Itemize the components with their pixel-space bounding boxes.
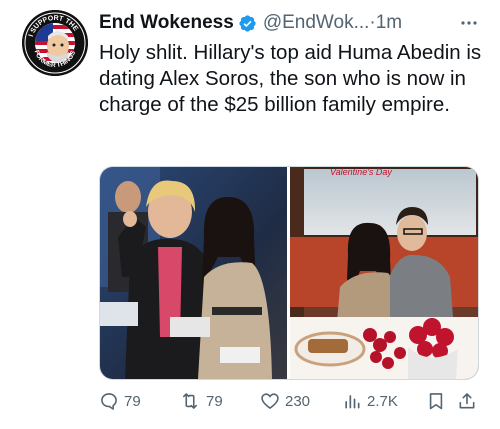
timestamp[interactable]: 1m [376, 12, 402, 34]
repost-button[interactable]: 79 [179, 388, 223, 414]
two-women-at-event-photo[interactable] [100, 167, 287, 379]
reply-count: 79 [124, 392, 141, 410]
avatar[interactable]: I SUPPORT THE FORMER THINGS [22, 10, 88, 76]
tweet[interactable]: I SUPPORT THE FORMER THINGS End Wokeness… [0, 0, 500, 429]
verified-badge-icon[interactable] [238, 14, 257, 33]
like-button[interactable]: 230 [260, 388, 310, 414]
more-options-icon[interactable] [459, 13, 479, 33]
couple-with-roses-photo[interactable]: Valentine's Day [290, 167, 478, 379]
tweet-text: Holy shlit. Hillary's top aid Huma Abedi… [99, 41, 482, 116]
like-count: 230 [285, 392, 311, 410]
views-button[interactable]: 2.7K [342, 388, 398, 414]
repost-icon [182, 393, 198, 409]
action-bar: 79 79 230 2.7K [99, 388, 484, 414]
window-sign: Valentine's Day [330, 167, 392, 177]
share-button[interactable] [457, 388, 477, 414]
heart-icon [261, 393, 279, 409]
display-name[interactable]: End Wokeness [99, 12, 234, 34]
reply-button[interactable]: 79 [99, 388, 141, 414]
media-grid: Valentine's Day [99, 166, 479, 380]
handle[interactable]: @EndWok... [263, 12, 370, 34]
share-icon [459, 393, 475, 409]
reply-icon [101, 393, 117, 410]
view-count: 2.7K [367, 392, 398, 410]
views-chart-icon [345, 395, 360, 409]
bookmark-icon [429, 393, 443, 410]
repost-count: 79 [206, 392, 223, 410]
bookmark-button[interactable] [426, 388, 446, 414]
i-support-former-things-badge-icon: I SUPPORT THE FORMER THINGS [22, 10, 88, 76]
tweet-header: End Wokeness @EndWok... · 1m [99, 10, 491, 36]
